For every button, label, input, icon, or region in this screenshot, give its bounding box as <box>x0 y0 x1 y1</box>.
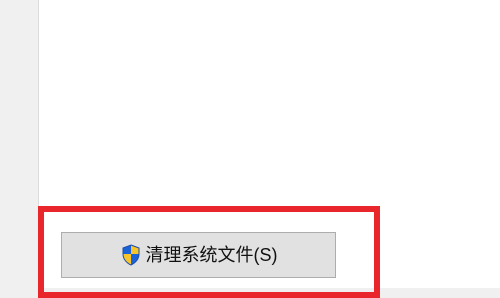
clean-up-system-files-label: 清理系统文件(S) <box>145 245 278 265</box>
uac-shield-icon <box>120 243 142 267</box>
clean-up-system-files-button[interactable]: 清理系统文件(S) <box>61 232 336 278</box>
